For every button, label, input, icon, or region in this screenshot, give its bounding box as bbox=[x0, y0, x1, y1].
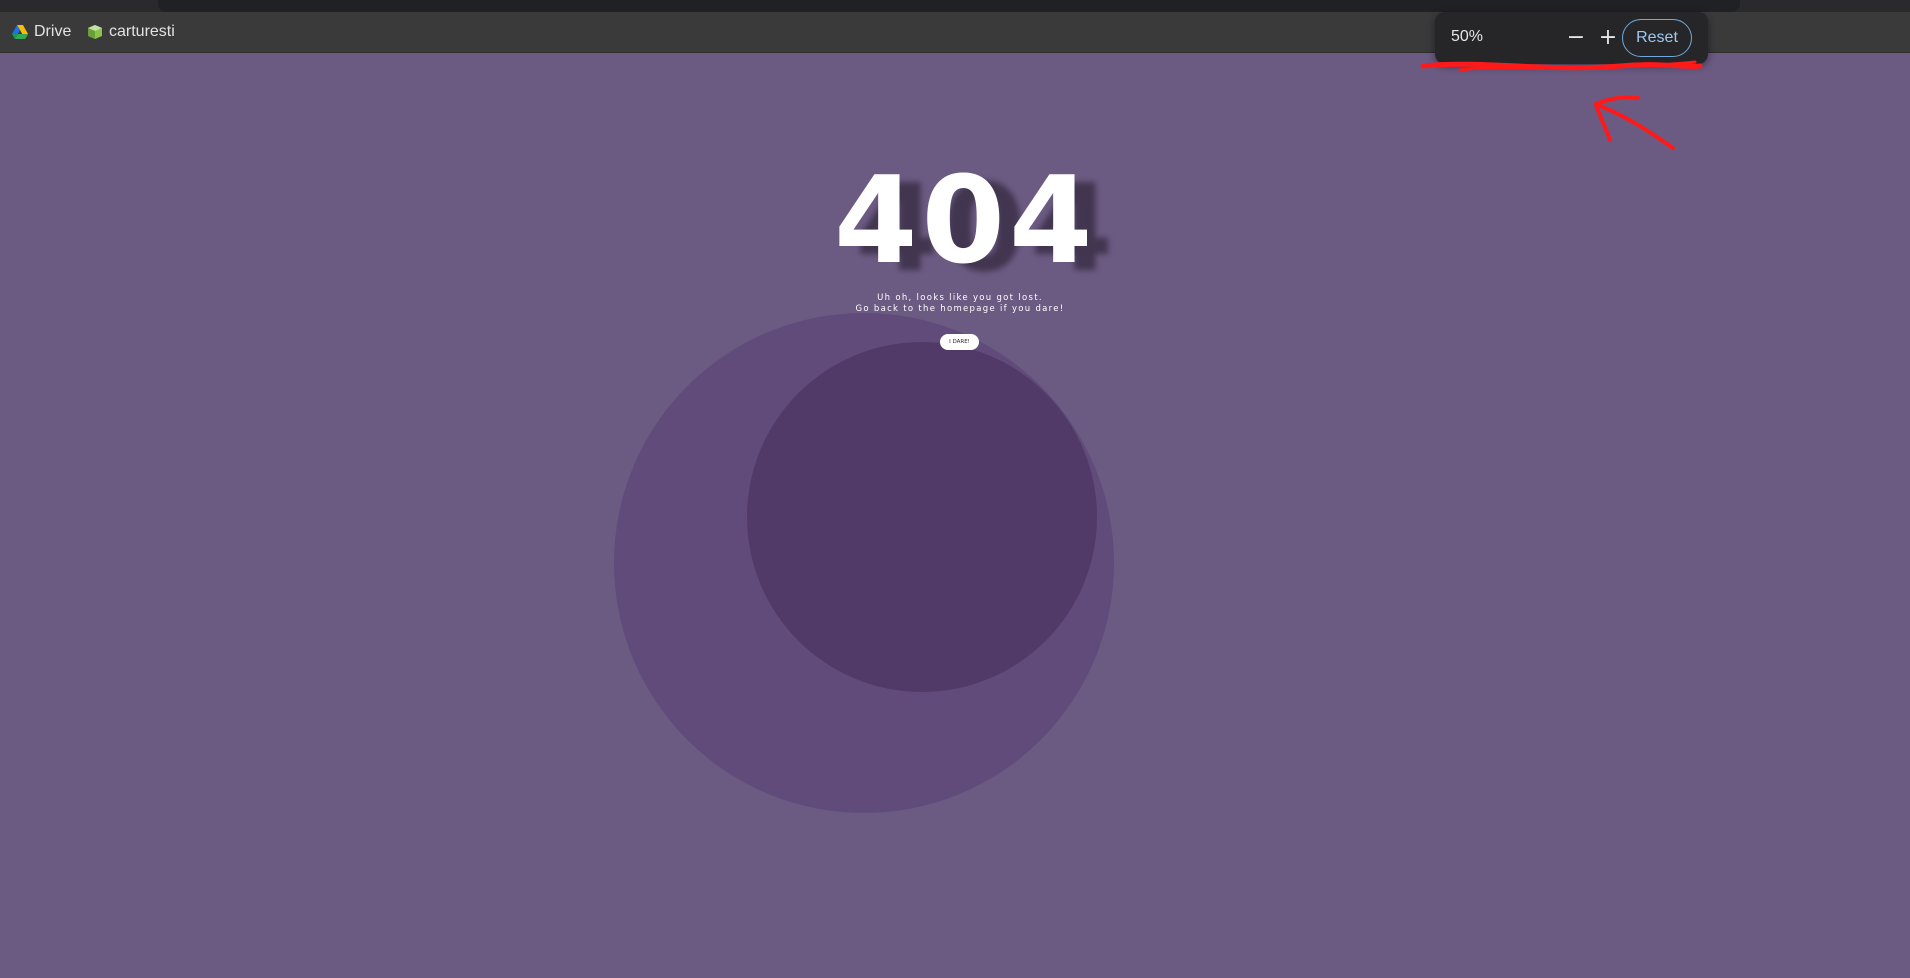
zoom-in-button[interactable]: + bbox=[1596, 26, 1620, 50]
zoom-out-button[interactable]: − bbox=[1564, 26, 1588, 50]
red-annotation-marking bbox=[1420, 60, 1703, 150]
bookmark-carturesti[interactable]: carturesti bbox=[87, 20, 175, 44]
error-message-line-2: Go back to the homepage if you dare! bbox=[855, 304, 1065, 314]
error-code: 404 bbox=[834, 152, 1097, 291]
bookmark-drive[interactable]: Drive bbox=[12, 20, 71, 44]
zoom-level-value: 50% bbox=[1451, 28, 1484, 45]
tab-strip bbox=[0, 0, 1910, 12]
decorative-circle-inner bbox=[747, 342, 1097, 692]
bookmark-label: Drive bbox=[34, 23, 72, 40]
bookmark-label: carturesti bbox=[109, 23, 175, 40]
address-bar[interactable] bbox=[158, 0, 1740, 12]
carturesti-icon bbox=[87, 24, 103, 40]
i-dare-button[interactable]: I DARE! bbox=[940, 334, 979, 350]
google-drive-icon bbox=[12, 24, 28, 40]
error-message-line-1: Uh oh, looks like you got lost. bbox=[877, 293, 1043, 303]
